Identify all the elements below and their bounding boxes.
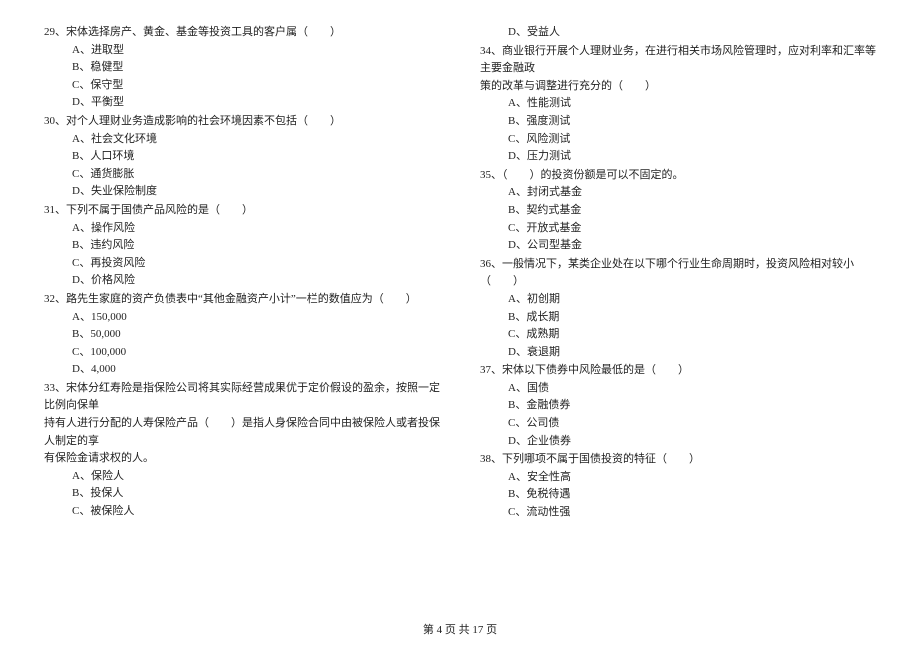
option-a: A、国债	[480, 380, 876, 398]
option-b: B、投保人	[44, 485, 440, 503]
option-b: B、免税待遇	[480, 486, 876, 504]
option-d: D、公司型基金	[480, 237, 876, 255]
option-b: B、成长期	[480, 309, 876, 327]
question-35: 35、（ ）的投资份额是可以不固定的。 A、封闭式基金 B、契约式基金 C、开放…	[480, 167, 876, 255]
option-c: C、被保险人	[44, 503, 440, 521]
question-stem: 29、宋体选择房产、黄金、基金等投资工具的客户属（ ）	[44, 24, 440, 42]
option-b: B、强度测试	[480, 113, 876, 131]
option-c: C、开放式基金	[480, 220, 876, 238]
option-b: B、金融债券	[480, 397, 876, 415]
question-38: 38、下列哪项不属于国债投资的特征（ ） A、安全性高 B、免税待遇 C、流动性…	[480, 451, 876, 521]
option-b: B、50,000	[44, 326, 440, 344]
right-column: D、受益人 34、商业银行开展个人理财业务，在进行相关市场风险管理时，应对利率和…	[480, 24, 876, 618]
page-body: 29、宋体选择房产、黄金、基金等投资工具的客户属（ ） A、进取型 B、稳健型 …	[0, 0, 920, 618]
option-a: A、性能测试	[480, 95, 876, 113]
question-31: 31、下列不属于国债产品风险的是（ ） A、操作风险 B、违约风险 C、再投资风…	[44, 202, 440, 290]
option-c: C、流动性强	[480, 504, 876, 522]
question-33-continued: D、受益人	[480, 24, 876, 42]
option-d: D、平衡型	[44, 94, 440, 112]
option-d: D、4,000	[44, 361, 440, 379]
option-b: B、契约式基金	[480, 202, 876, 220]
question-30: 30、对个人理财业务造成影响的社会环境因素不包括（ ） A、社会文化环境 B、人…	[44, 113, 440, 201]
option-d: D、压力测试	[480, 148, 876, 166]
question-stem: 38、下列哪项不属于国债投资的特征（ ）	[480, 451, 876, 469]
question-stem: 35、（ ）的投资份额是可以不固定的。	[480, 167, 876, 185]
option-a: A、初创期	[480, 291, 876, 309]
question-stem: 36、一般情况下，某类企业处在以下哪个行业生命周期时，投资风险相对较小（ ）	[480, 256, 876, 291]
left-column: 29、宋体选择房产、黄金、基金等投资工具的客户属（ ） A、进取型 B、稳健型 …	[44, 24, 440, 618]
option-a: A、150,000	[44, 309, 440, 327]
question-stem-line1: 33、宋体分红寿险是指保险公司将其实际经营成果优于定价假设的盈余，按照一定比例向…	[44, 380, 440, 415]
question-stem-line2: 策的改革与调整进行充分的（ ）	[480, 78, 876, 96]
option-c: C、再投资风险	[44, 255, 440, 273]
option-b: B、违约风险	[44, 237, 440, 255]
option-a: A、进取型	[44, 42, 440, 60]
option-a: A、安全性高	[480, 469, 876, 487]
option-d: D、失业保险制度	[44, 183, 440, 201]
option-c: C、公司债	[480, 415, 876, 433]
option-d: D、受益人	[480, 24, 876, 42]
question-32: 32、路先生家庭的资产负债表中“其他金融资产小计”一栏的数值应为（ ） A、15…	[44, 291, 440, 379]
question-stem: 31、下列不属于国债产品风险的是（ ）	[44, 202, 440, 220]
option-b: B、稳健型	[44, 59, 440, 77]
question-stem: 30、对个人理财业务造成影响的社会环境因素不包括（ ）	[44, 113, 440, 131]
option-c: C、风险测试	[480, 131, 876, 149]
question-36: 36、一般情况下，某类企业处在以下哪个行业生命周期时，投资风险相对较小（ ） A…	[480, 256, 876, 362]
question-stem: 32、路先生家庭的资产负债表中“其他金融资产小计”一栏的数值应为（ ）	[44, 291, 440, 309]
option-a: A、保险人	[44, 468, 440, 486]
option-a: A、封闭式基金	[480, 184, 876, 202]
option-d: D、衰退期	[480, 344, 876, 362]
question-37: 37、宋体以下债券中风险最低的是（ ） A、国债 B、金融债券 C、公司债 D、…	[480, 362, 876, 450]
question-stem-line2: 持有人进行分配的人寿保险产品（ ）是指人身保险合同中由被保险人或者投保人制定的享	[44, 415, 440, 450]
question-stem-line1: 34、商业银行开展个人理财业务，在进行相关市场风险管理时，应对利率和汇率等主要金…	[480, 43, 876, 78]
option-d: D、企业债券	[480, 433, 876, 451]
option-c: C、保守型	[44, 77, 440, 95]
question-29: 29、宋体选择房产、黄金、基金等投资工具的客户属（ ） A、进取型 B、稳健型 …	[44, 24, 440, 112]
option-a: A、社会文化环境	[44, 131, 440, 149]
option-b: B、人口环境	[44, 148, 440, 166]
option-c: C、通货膨胀	[44, 166, 440, 184]
option-a: A、操作风险	[44, 220, 440, 238]
question-stem: 37、宋体以下债券中风险最低的是（ ）	[480, 362, 876, 380]
page-footer: 第 4 页 共 17 页	[0, 618, 920, 640]
question-34: 34、商业银行开展个人理财业务，在进行相关市场风险管理时，应对利率和汇率等主要金…	[480, 43, 876, 166]
option-d: D、价格风险	[44, 272, 440, 290]
question-stem-line3: 有保险金请求权的人。	[44, 450, 440, 468]
question-33: 33、宋体分红寿险是指保险公司将其实际经营成果优于定价假设的盈余，按照一定比例向…	[44, 380, 440, 521]
option-c: C、100,000	[44, 344, 440, 362]
option-c: C、成熟期	[480, 326, 876, 344]
